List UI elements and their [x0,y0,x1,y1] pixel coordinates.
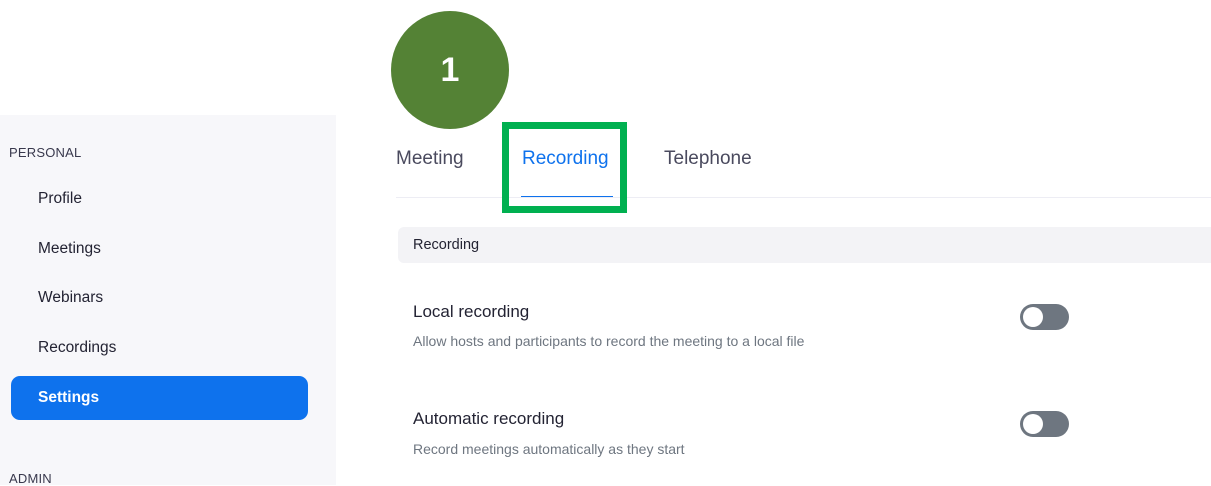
admin-section-label: ADMIN [9,471,52,486]
sidebar-item-settings[interactable]: Settings [11,376,308,420]
automatic-recording-title: Automatic recording [413,409,565,428]
local-recording-title: Local recording [413,302,530,321]
local-recording-toggle[interactable] [1020,304,1069,330]
automatic-recording-description: Record meetings automatically as they st… [413,441,685,457]
toggle-knob [1023,307,1043,327]
automatic-recording-toggle[interactable] [1020,411,1069,437]
recording-section-header: Recording [398,227,1211,263]
sidebar-item-webinars[interactable]: Webinars [11,276,308,320]
tab-recording[interactable]: Recording [522,148,609,170]
sidebar: PERSONAL Profile Meetings Webinars Recor… [0,115,336,486]
tab-divider [396,197,1211,198]
sidebar-item-profile[interactable]: Profile [11,177,308,221]
sidebar-item-recordings[interactable]: Recordings [11,326,308,370]
toggle-knob [1023,414,1043,434]
personal-section-label: PERSONAL [9,145,82,160]
local-recording-description: Allow hosts and participants to record t… [413,333,805,349]
sidebar-item-meetings[interactable]: Meetings [11,227,308,271]
tab-telephone[interactable]: Telephone [664,148,752,170]
tab-meeting[interactable]: Meeting [396,148,464,170]
step-number-badge: 1 [391,11,509,129]
